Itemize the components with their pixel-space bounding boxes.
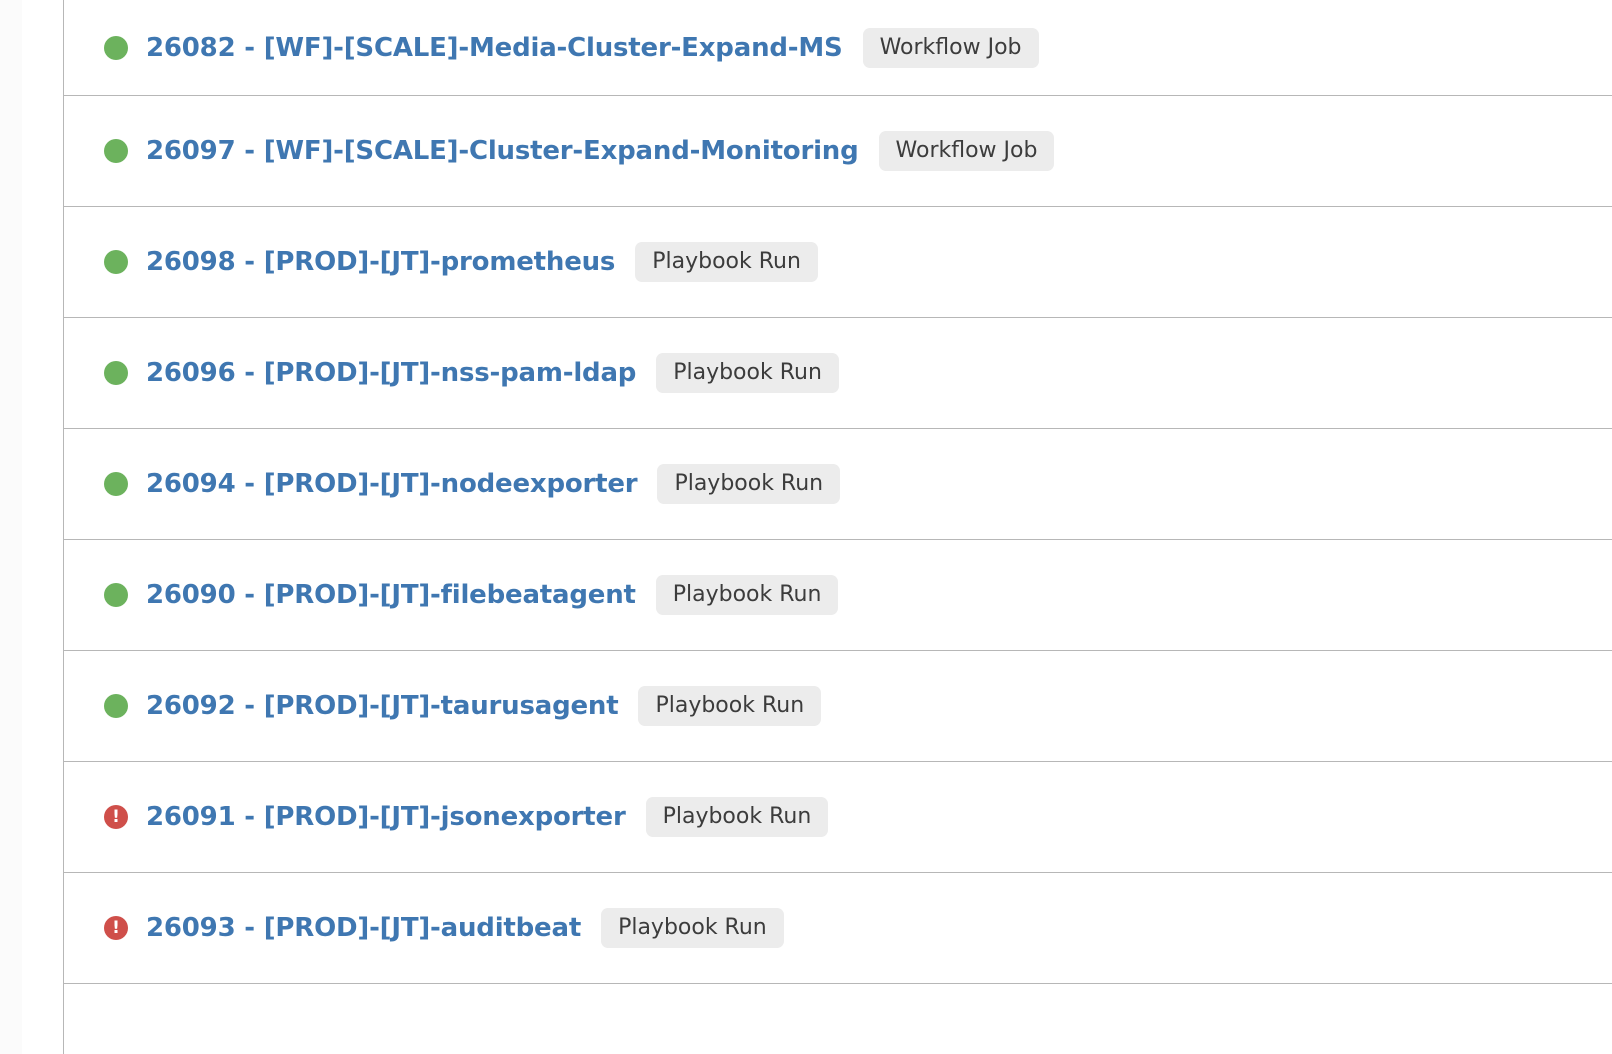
job-link[interactable]: 26090 - [PROD]-[JT]-filebeatagent <box>146 580 636 610</box>
success-circle-icon <box>104 139 128 163</box>
job-link[interactable]: 26093 - [PROD]-[JT]-auditbeat <box>146 913 581 943</box>
job-link[interactable]: 26098 - [PROD]-[JT]-prometheus <box>146 247 615 277</box>
job-type-badge: Playbook Run <box>638 686 822 726</box>
job-row: 26090 - [PROD]-[JT]-filebeatagent Playbo… <box>64 540 1612 651</box>
job-row-partial <box>64 984 1612 1054</box>
job-row: 26096 - [PROD]-[JT]-nss-pam-ldap Playboo… <box>64 318 1612 429</box>
job-row: 26097 - [WF]-[SCALE]-Cluster-Expand-Moni… <box>64 96 1612 207</box>
job-link[interactable]: 26096 - [PROD]-[JT]-nss-pam-ldap <box>146 358 636 388</box>
job-link[interactable]: 26082 - [WF]-[SCALE]-Media-Cluster-Expan… <box>146 33 843 63</box>
job-type-badge: Playbook Run <box>645 797 829 837</box>
success-circle-icon <box>104 35 128 60</box>
job-row: 26094 - [PROD]-[JT]-nodeexporter Playboo… <box>64 429 1612 540</box>
job-link[interactable]: 26097 - [WF]-[SCALE]-Cluster-Expand-Moni… <box>146 136 859 166</box>
job-type-badge: Playbook Run <box>657 464 841 504</box>
job-row: 26091 - [PROD]-[JT]-jsonexporter Playboo… <box>64 762 1612 873</box>
job-link[interactable]: 26094 - [PROD]-[JT]-nodeexporter <box>146 469 638 499</box>
job-row: 26098 - [PROD]-[JT]-prometheus Playbook … <box>64 207 1612 318</box>
success-circle-icon <box>104 583 128 607</box>
job-type-badge: Workflow Job <box>878 131 1055 171</box>
job-row: 26092 - [PROD]-[JT]-taurusagent Playbook… <box>64 651 1612 762</box>
error-exclamation-icon <box>104 805 128 829</box>
job-link[interactable]: 26092 - [PROD]-[JT]-taurusagent <box>146 691 619 721</box>
job-row: 26093 - [PROD]-[JT]-auditbeat Playbook R… <box>64 873 1612 984</box>
success-circle-icon <box>104 694 128 718</box>
success-circle-icon <box>104 472 128 496</box>
job-type-badge: Playbook Run <box>601 908 784 948</box>
success-circle-icon <box>104 250 128 274</box>
job-type-badge: Playbook Run <box>635 242 818 282</box>
success-circle-icon <box>104 361 128 385</box>
job-row: 26082 - [WF]-[SCALE]-Media-Cluster-Expan… <box>64 0 1612 96</box>
jobs-panel: 26082 - [WF]-[SCALE]-Media-Cluster-Expan… <box>22 0 1612 1054</box>
job-list: 26082 - [WF]-[SCALE]-Media-Cluster-Expan… <box>63 0 1612 1054</box>
left-gutter <box>0 0 23 1054</box>
error-exclamation-icon <box>104 916 128 940</box>
job-link[interactable]: 26091 - [PROD]-[JT]-jsonexporter <box>146 802 626 832</box>
job-type-badge: Playbook Run <box>655 575 839 615</box>
job-type-badge: Workflow Job <box>862 27 1039 68</box>
job-type-badge: Playbook Run <box>656 353 839 393</box>
